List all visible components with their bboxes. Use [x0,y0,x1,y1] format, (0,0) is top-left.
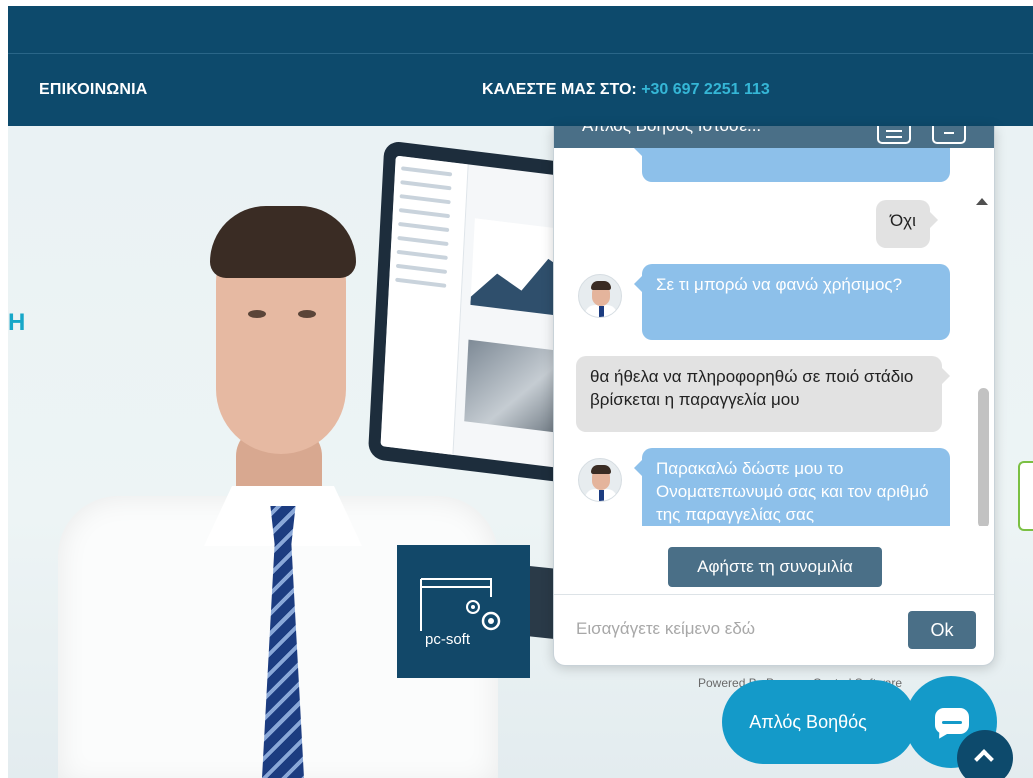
chevron-up-icon [974,749,994,769]
user-message: θα ήθελα να πληροφορηθώ σε ποιό στάδιο β… [576,356,950,432]
person-image [48,206,508,778]
header-nav-bar: ΕΠΙΚΟΙΝΩΝΙΑ ΚΑΛΕΣΤΕ ΜΑΣ ΣΤΟ: +30 697 225… [8,53,1033,126]
chat-header: Απλός Βοηθός Ιστοσε... [554,126,994,148]
message-input[interactable] [576,613,896,645]
bot-message: Παρακαλώ δώστε μου το Ονοματεπωνυμό σας … [634,448,950,526]
menu-icon[interactable] [877,126,911,144]
chat-messages: Όχι Σε τι μπορώ να φανώ χρήσιμος? θα ήθε… [554,148,994,526]
window-icon[interactable] [932,126,966,144]
bot-message: Σε τι μπορώ να φανώ χρήσιμος? [634,264,950,340]
bot-avatar [578,458,622,502]
scroll-up-arrow[interactable] [976,198,988,205]
chat-title: Απλός Βοηθός Ιστοσε... [582,126,761,136]
call-us-text: ΚΑΛΕΣΤΕ ΜΑΣ ΣΤΟ: +30 697 2251 113 [482,81,770,99]
person-eye-left [248,310,266,318]
person-eye-right [298,310,316,318]
bot-avatar [578,274,622,318]
phone-link[interactable]: +30 697 2251 113 [641,81,770,98]
pc-soft-logo: pc-soft [397,545,530,678]
send-ok-button[interactable]: Ok [908,611,976,649]
person-hair [210,206,356,278]
pc-soft-logo-text: pc-soft [425,631,471,648]
header-top-bar [8,6,1033,53]
chat-scrollbar-thumb[interactable] [978,388,989,526]
pc-soft-logo-icon [420,578,501,631]
chat-window: Απλός Βοηθός Ιστοσε... Όχι Σε τι μπορώ ν… [553,126,995,666]
nav-link-contact[interactable]: ΕΠΙΚΟΙΝΩΝΙΑ [39,81,148,99]
side-widget-edge[interactable] [1018,461,1033,531]
leave-conversation-button[interactable]: Αφήστε τη συνομιλία [668,547,882,587]
scroll-to-top-button[interactable] [957,730,1013,778]
assistant-launcher-label[interactable]: Απλός Βοηθός [722,680,916,764]
chat-input-row: Ok [554,594,994,665]
hero-heading: Η [8,309,26,336]
user-message: Όχι [876,200,938,248]
call-us-label: ΚΑΛΕΣΤΕ ΜΑΣ ΣΤΟ: [482,81,637,98]
bot-message-partial [634,148,950,182]
